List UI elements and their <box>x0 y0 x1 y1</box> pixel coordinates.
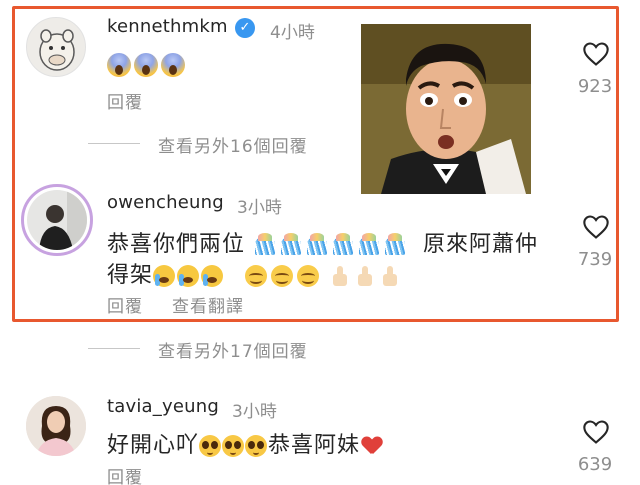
comment-text: 好開心吖 恭喜阿妹 <box>107 427 382 459</box>
cartoon-avatar-icon <box>39 29 75 71</box>
loudly-crying-face-icon <box>201 265 224 287</box>
comment-text-part: 原來阿蕭仲 <box>423 232 539 257</box>
view-replies-divider <box>88 348 140 349</box>
pleading-face-icon <box>199 435 222 457</box>
profile-photo-icon <box>26 396 86 456</box>
confetti-ball-icon <box>383 233 407 257</box>
confetti-ball-icon <box>331 233 355 257</box>
profile-photo-icon <box>27 190 87 250</box>
face-screaming-in-fear-icon <box>161 53 185 77</box>
comment-text-part: 恭喜你們兩位 <box>107 232 246 257</box>
reply-button[interactable]: 回覆 <box>107 292 143 317</box>
like-count: 923 <box>577 76 613 97</box>
timestamp: 4小時 <box>270 23 315 43</box>
timestamp: 3小時 <box>232 402 277 422</box>
comment-text-part: 好開心吖 <box>107 433 200 458</box>
confetti-ball-icon <box>357 233 381 257</box>
loudly-crying-face-icon <box>177 265 200 287</box>
loudly-crying-face-icon <box>153 265 176 287</box>
like-count: 739 <box>577 249 613 270</box>
view-more-replies-button[interactable]: 查看另外16個回覆 <box>158 132 308 157</box>
meme-image[interactable] <box>361 24 531 194</box>
view-replies-divider <box>88 143 140 144</box>
username[interactable]: owencheung <box>107 192 224 213</box>
smiling-face-icon <box>245 265 268 287</box>
comment-text-part: 恭喜阿妹 <box>268 433 361 458</box>
smiling-face-icon <box>271 265 294 287</box>
timestamp: 3小時 <box>237 198 282 218</box>
face-screaming-in-fear-icon <box>134 53 158 77</box>
thumbs-up-icon <box>331 265 351 287</box>
comment-text-part: 得架 <box>107 263 154 288</box>
confetti-ball-icon <box>279 233 303 257</box>
like-count: 639 <box>577 454 613 475</box>
pleading-face-icon <box>245 435 268 457</box>
verified-badge-icon: ✓ <box>235 18 255 38</box>
username[interactable]: kennethmkm <box>107 16 228 37</box>
comment-text-line-2: 得架 <box>107 257 406 289</box>
thumbs-up-icon <box>356 265 376 287</box>
confetti-ball-icon <box>305 233 329 257</box>
view-more-replies-button[interactable]: 查看另外17個回覆 <box>158 337 308 362</box>
comment-text-line-1: 恭喜你們兩位 原來阿蕭仲 <box>107 226 538 258</box>
surprised-man-image <box>361 24 531 194</box>
confetti-ball-icon <box>253 233 277 257</box>
pleading-face-icon <box>222 435 245 457</box>
smiling-face-icon <box>297 265 320 287</box>
username[interactable]: tavia_yeung <box>107 396 219 417</box>
avatar[interactable] <box>26 396 86 456</box>
thumbs-up-icon <box>381 265 401 287</box>
heart-outline-icon[interactable] <box>582 41 610 67</box>
red-heart-icon <box>362 437 382 455</box>
face-screaming-in-fear-icon <box>107 53 131 77</box>
comment-text <box>107 52 188 77</box>
avatar[interactable] <box>21 184 93 256</box>
avatar[interactable] <box>26 17 86 77</box>
reply-button[interactable]: 回覆 <box>107 463 143 485</box>
heart-outline-icon[interactable] <box>582 419 610 445</box>
reply-button[interactable]: 回覆 <box>107 88 143 113</box>
heart-outline-icon[interactable] <box>582 214 610 240</box>
see-translation-button[interactable]: 查看翻譯 <box>172 292 244 317</box>
